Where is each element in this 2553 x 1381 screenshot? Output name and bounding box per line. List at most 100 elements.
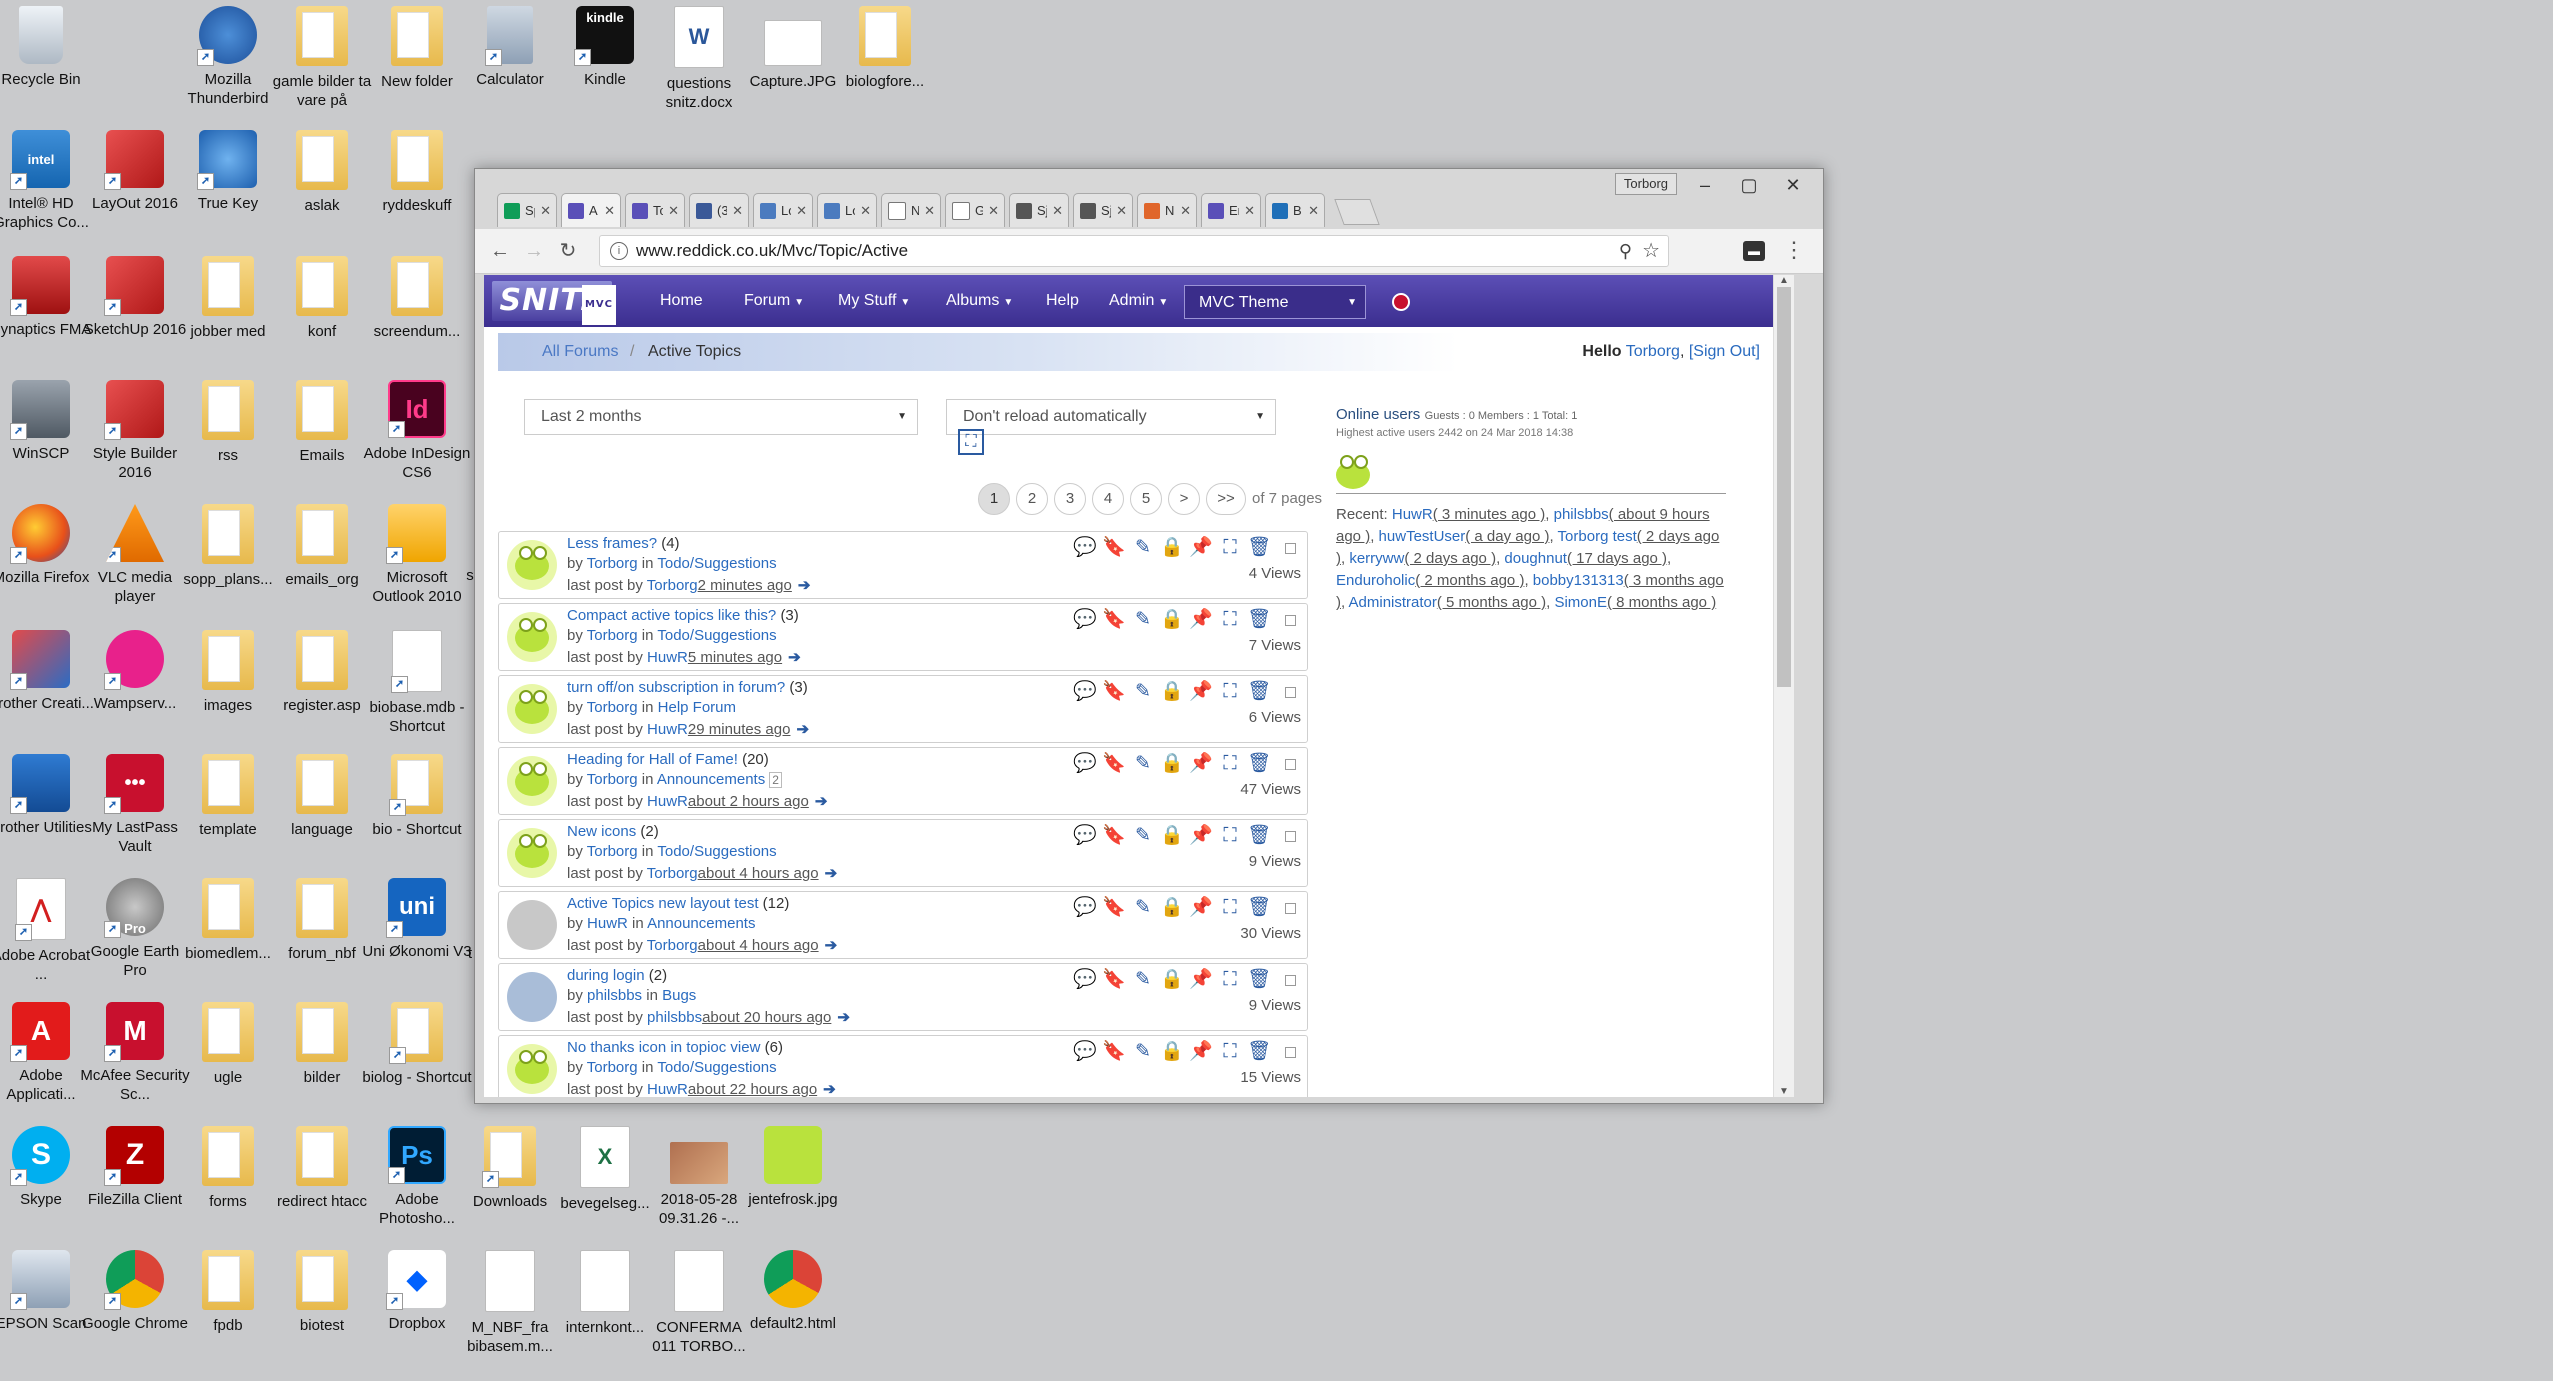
- close-tab-icon[interactable]: ✕: [604, 203, 615, 219]
- uk-flag-icon[interactable]: [1392, 293, 1410, 311]
- forum-link[interactable]: Bugs: [662, 987, 696, 1004]
- page-5[interactable]: 5: [1130, 483, 1162, 515]
- desktop-icon-biotest[interactable]: biotest: [267, 1250, 377, 1335]
- recent-user-link[interactable]: Torborg test: [1558, 528, 1637, 545]
- close-tab-icon[interactable]: ✕: [668, 203, 679, 219]
- delete-icon[interactable]: 🗑: [1247, 536, 1271, 560]
- recent-user-link[interactable]: kerryww: [1349, 550, 1404, 567]
- desktop-icon-screendum[interactable]: screendum...: [362, 256, 472, 341]
- forward-button[interactable]: →: [519, 237, 549, 265]
- edit-icon[interactable]: ✎: [1131, 680, 1155, 704]
- topic-link[interactable]: Active Topics new layout test: [567, 895, 758, 912]
- forum-link[interactable]: Announcements: [657, 771, 765, 788]
- desktop-icon-forum-nbf[interactable]: forum_nbf: [267, 878, 377, 963]
- recent-user-link[interactable]: philsbbs: [1554, 506, 1609, 523]
- info-icon[interactable]: i: [610, 242, 628, 260]
- move-icon[interactable]: ⛶: [1218, 752, 1242, 776]
- user-avatar[interactable]: [507, 828, 557, 878]
- period-select[interactable]: Last 2 months ▼: [524, 399, 918, 435]
- desktop-icon-biolog-shortcut[interactable]: biolog - Shortcut: [362, 1002, 472, 1087]
- page-1[interactable]: 1: [978, 483, 1010, 515]
- move-icon[interactable]: ⛶: [1218, 1040, 1242, 1064]
- nav-my-stuff[interactable]: My Stuff ▼: [838, 275, 910, 327]
- bookmark-icon[interactable]: 🔖: [1102, 968, 1126, 992]
- desktop-icon-default2-html[interactable]: default2.html: [738, 1250, 848, 1333]
- go-to-last-post-icon[interactable]: ➔: [796, 721, 809, 738]
- nav-help[interactable]: Help: [1046, 275, 1079, 327]
- reply-icon[interactable]: 💬: [1073, 536, 1097, 560]
- reply-icon[interactable]: 💬: [1073, 608, 1097, 632]
- go-to-last-post-icon[interactable]: ➔: [837, 1009, 850, 1026]
- reply-icon[interactable]: 💬: [1073, 680, 1097, 704]
- move-icon[interactable]: ⛶: [1218, 608, 1242, 632]
- extension-icon[interactable]: ▬: [1743, 241, 1765, 261]
- page-2[interactable]: 2: [1016, 483, 1048, 515]
- desktop-icon-bio-shortcut[interactable]: bio - Shortcut: [362, 754, 472, 839]
- profile-button[interactable]: Torborg: [1614, 173, 1677, 195]
- tab-1[interactable]: A ✕: [561, 193, 621, 227]
- page-4[interactable]: 4: [1092, 483, 1124, 515]
- go-to-last-post-icon[interactable]: ➔: [825, 865, 838, 882]
- select-checkbox[interactable]: [1285, 1047, 1296, 1058]
- zoom-icon[interactable]: ⚲: [1619, 236, 1632, 266]
- select-checkbox[interactable]: [1285, 903, 1296, 914]
- move-icon[interactable]: ⛶: [1218, 680, 1242, 704]
- desktop-icon-downloads[interactable]: Downloads: [455, 1126, 565, 1211]
- go-to-last-post-icon[interactable]: ➔: [825, 937, 838, 954]
- delete-icon[interactable]: 🗑: [1247, 1040, 1271, 1064]
- delete-icon[interactable]: 🗑: [1247, 608, 1271, 632]
- address-bar[interactable]: i www.reddick.co.uk/Mvc/Topic/Active ⚲ ☆: [599, 235, 1669, 267]
- select-checkbox[interactable]: [1285, 543, 1296, 554]
- topic-link[interactable]: Compact active topics like this?: [567, 607, 776, 624]
- move-icon[interactable]: ⛶: [1218, 968, 1242, 992]
- author-link[interactable]: Torborg: [587, 771, 638, 788]
- lock-icon[interactable]: 🔒: [1160, 824, 1184, 848]
- edit-icon[interactable]: ✎: [1131, 536, 1155, 560]
- close-tab-icon[interactable]: ✕: [796, 203, 807, 219]
- browser-menu-icon[interactable]: ⋮: [1783, 237, 1805, 263]
- back-button[interactable]: ←: [485, 237, 515, 265]
- delete-icon[interactable]: 🗑: [1247, 896, 1271, 920]
- bookmark-icon[interactable]: 🔖: [1102, 824, 1126, 848]
- desktop-icon-indesign[interactable]: Id Adobe InDesign CS6: [362, 380, 472, 482]
- lock-icon[interactable]: 🔒: [1160, 536, 1184, 560]
- close-tab-icon[interactable]: ✕: [924, 203, 935, 219]
- pin-icon[interactable]: 📌: [1189, 1040, 1213, 1064]
- edit-icon[interactable]: ✎: [1131, 1040, 1155, 1064]
- pin-icon[interactable]: 📌: [1189, 896, 1213, 920]
- go-to-last-post-icon[interactable]: ➔: [823, 1081, 836, 1097]
- edit-icon[interactable]: ✎: [1131, 896, 1155, 920]
- last-post-user-link[interactable]: Torborg: [647, 865, 698, 882]
- fullscreen-icon[interactable]: ⛶: [958, 429, 984, 455]
- last-post-user-link[interactable]: HuwR: [647, 1081, 688, 1097]
- pin-icon[interactable]: 📌: [1189, 608, 1213, 632]
- reply-icon[interactable]: 💬: [1073, 968, 1097, 992]
- bookmark-icon[interactable]: 🔖: [1102, 680, 1126, 704]
- close-window-button[interactable]: ✕: [1771, 171, 1815, 201]
- author-link[interactable]: Torborg: [587, 843, 638, 860]
- desktop-icon-emails[interactable]: Emails: [267, 380, 377, 465]
- online-user-avatar[interactable]: [1336, 455, 1370, 489]
- forum-link[interactable]: Todo/Suggestions: [657, 1059, 776, 1076]
- tab-10[interactable]: N ✕: [1137, 193, 1197, 227]
- desktop-icon-emails-org[interactable]: emails_org: [267, 504, 377, 589]
- tab-8[interactable]: Sj✕: [1009, 193, 1069, 227]
- desktop-icon-biobase-mdb[interactable]: biobase.mdb - Shortcut: [362, 630, 472, 736]
- page-scrollbar[interactable]: ▲ ▼: [1773, 275, 1794, 1097]
- author-link[interactable]: philsbbs: [587, 987, 642, 1004]
- page-last[interactable]: >>: [1206, 483, 1246, 515]
- desktop-icon-aslak[interactable]: aslak: [267, 130, 377, 215]
- tab-3[interactable]: (3✕: [689, 193, 749, 227]
- last-post-user-link[interactable]: Torborg: [647, 937, 698, 954]
- reload-select[interactable]: Don't reload automatically ▼: [946, 399, 1276, 435]
- topic-link[interactable]: Less frames?: [567, 535, 657, 552]
- lock-icon[interactable]: 🔒: [1160, 752, 1184, 776]
- go-to-last-post-icon[interactable]: ➔: [815, 793, 828, 810]
- lock-icon[interactable]: 🔒: [1160, 608, 1184, 632]
- pin-icon[interactable]: 📌: [1189, 680, 1213, 704]
- breadcrumb-all-forums[interactable]: All Forums: [542, 333, 618, 371]
- close-tab-icon[interactable]: ✕: [1244, 203, 1255, 219]
- select-checkbox[interactable]: [1285, 975, 1296, 986]
- last-post-user-link[interactable]: philsbbs: [647, 1009, 702, 1026]
- reply-icon[interactable]: 💬: [1073, 896, 1097, 920]
